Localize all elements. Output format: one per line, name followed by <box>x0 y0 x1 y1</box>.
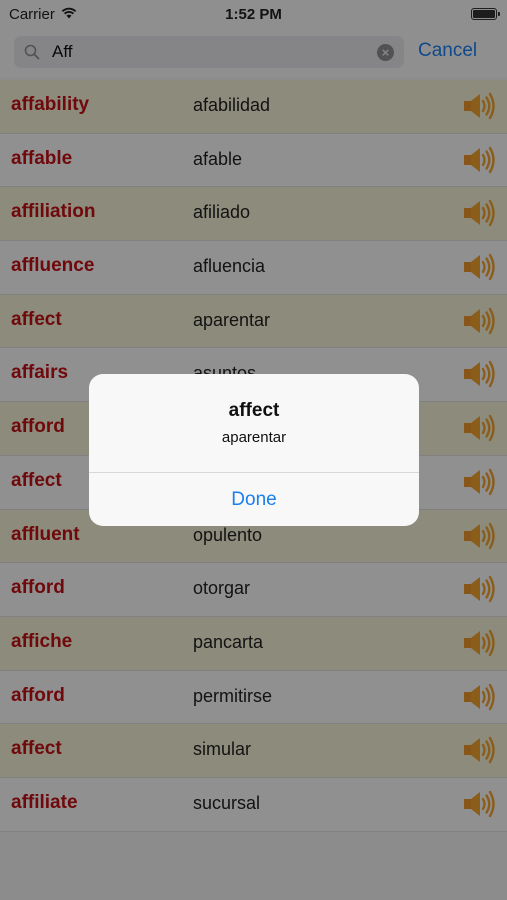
alert-dialog: affect aparentar Done <box>89 374 419 526</box>
dialog-message: aparentar <box>221 429 287 446</box>
dialog-title: affect <box>228 400 280 421</box>
done-button[interactable]: Done <box>89 473 419 526</box>
